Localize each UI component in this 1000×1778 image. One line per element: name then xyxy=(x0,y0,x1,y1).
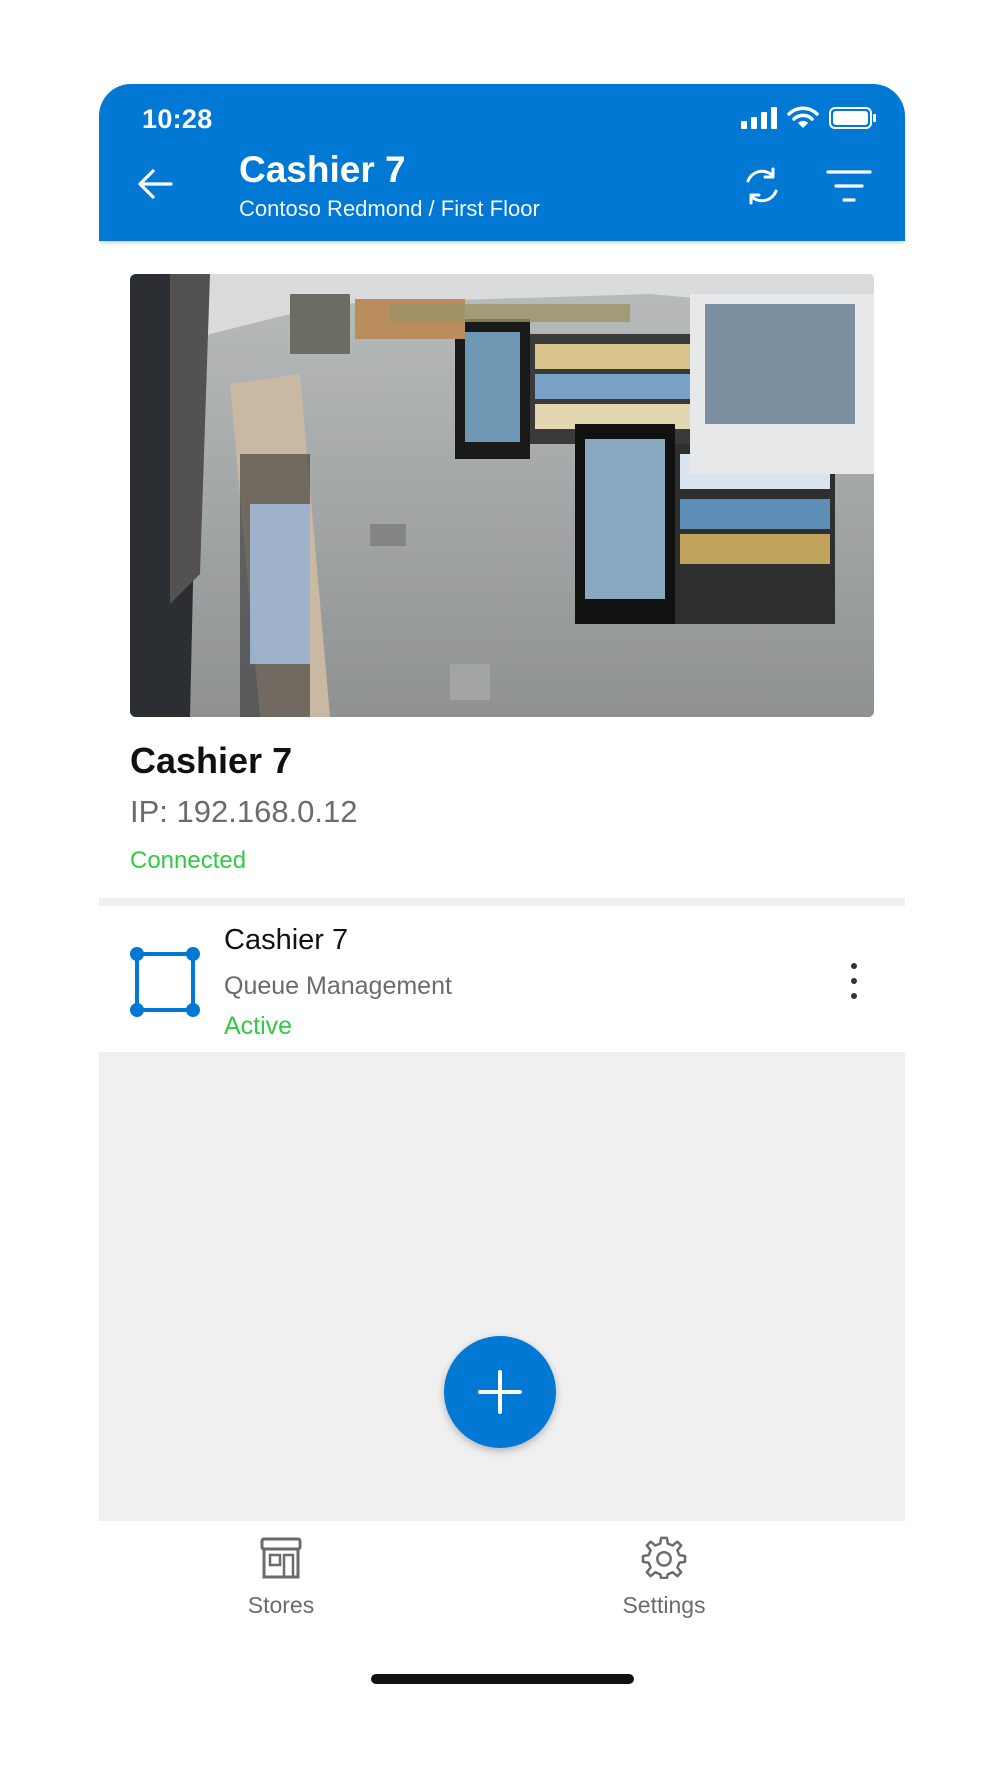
skill-type: Queue Management xyxy=(224,972,452,1000)
cellular-signal-icon xyxy=(741,107,777,129)
skill-list-item[interactable]: Cashier 7 Queue Management Active xyxy=(99,906,905,1052)
page-title: Cashier 7 xyxy=(239,149,406,190)
back-arrow-icon[interactable] xyxy=(135,164,175,204)
add-skill-button[interactable] xyxy=(444,1336,556,1448)
skill-title: Cashier 7 xyxy=(224,924,349,956)
zone-polygon-icon xyxy=(130,947,200,1017)
tab-settings[interactable]: Settings xyxy=(574,1535,754,1619)
camera-preview-image[interactable] xyxy=(130,274,874,717)
store-camera-scene xyxy=(130,274,874,717)
status-icons xyxy=(741,106,877,130)
gear-icon xyxy=(641,1536,687,1580)
tab-stores-label: Stores xyxy=(247,1592,315,1618)
camera-status: Connected xyxy=(130,847,247,874)
camera-ip: IP: 192.168.0.12 xyxy=(130,794,358,829)
page-subtitle: Contoso Redmond / First Floor xyxy=(239,196,540,221)
sync-icon[interactable] xyxy=(740,164,784,208)
bottom-nav: Stores Settings xyxy=(99,1521,905,1641)
skill-status: Active xyxy=(224,1012,293,1040)
header-titles: Cashier 7 Contoso Redmond / First Floor xyxy=(239,150,540,224)
content-background xyxy=(99,1052,905,1521)
more-options-icon[interactable] xyxy=(839,956,869,1006)
plus-icon xyxy=(478,1370,522,1414)
battery-icon xyxy=(829,107,876,129)
app-header: 10:28 Cashier 7 Contoso Redmond / First … xyxy=(99,84,905,241)
tab-settings-label: Settings xyxy=(622,1592,706,1618)
store-icon xyxy=(260,1537,302,1579)
wifi-icon xyxy=(787,106,819,128)
camera-name: Cashier 7 xyxy=(130,740,293,781)
status-time: 10:28 xyxy=(142,104,213,134)
app-screen: 10:28 Cashier 7 Contoso Redmond / First … xyxy=(99,84,905,1778)
tab-stores[interactable]: Stores xyxy=(191,1535,371,1619)
section-divider xyxy=(99,898,905,906)
filter-icon[interactable] xyxy=(826,168,872,204)
home-indicator[interactable] xyxy=(371,1674,634,1684)
